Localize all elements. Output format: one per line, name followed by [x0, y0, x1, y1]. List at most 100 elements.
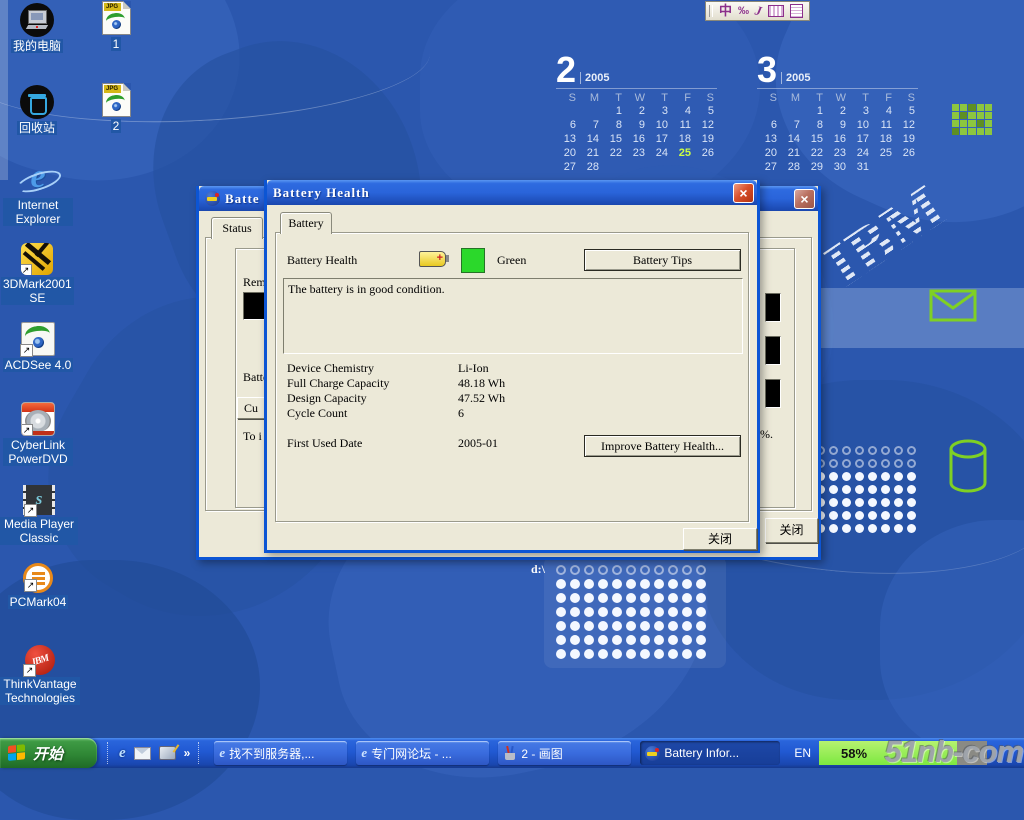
task-battery-information[interactable]: Battery Infor... [640, 741, 780, 765]
dot [626, 621, 636, 631]
battery-icon [645, 746, 660, 761]
dot [881, 446, 890, 455]
toolbar-handle[interactable] [198, 742, 202, 764]
close-icon[interactable]: × [794, 189, 815, 209]
info-label: Cycle Count [287, 406, 347, 421]
calendar-day [694, 160, 717, 174]
calendar-day [625, 160, 648, 174]
task-label: 找不到服务器,... [229, 745, 314, 762]
dot [570, 635, 580, 645]
improve-battery-health-button[interactable]: Improve Battery Health... [584, 435, 741, 457]
51nb-watermark: 51nb-com [885, 734, 1023, 770]
tab-battery[interactable]: Battery [280, 212, 332, 234]
calendar-day [872, 160, 895, 174]
dot [855, 446, 864, 455]
task-paint[interactable]: 2 - 画图 [498, 741, 631, 765]
calendar-day: 1 [602, 104, 625, 118]
desktop-icon-acdsee[interactable]: ↗ ACDSee 4.0 [1, 322, 75, 374]
calendar-day: 28 [780, 160, 803, 174]
current-button[interactable]: Cu [237, 397, 265, 419]
dot [654, 593, 664, 603]
desktop-file-jpg-2[interactable]: JPG 2 [92, 83, 140, 135]
calendar-day: 2 [625, 104, 648, 118]
dot [894, 524, 903, 533]
dot [598, 621, 608, 631]
icon-label: ThinkVantage Technologies [0, 677, 80, 705]
dot [829, 511, 838, 520]
dot [570, 607, 580, 617]
calendar-weekday: M [579, 89, 602, 105]
desktop-icon-my-computer[interactable]: 我的电脑 [5, 3, 69, 55]
grid-cell [968, 104, 975, 111]
dot [894, 498, 903, 507]
battery-health-dialog[interactable]: Battery Health × Battery Battery Health … [264, 180, 760, 553]
chevron-icon[interactable]: » [184, 746, 191, 760]
jpg-file-icon: JPG [102, 1, 131, 35]
calendar-day: 28 [579, 160, 602, 174]
dot [626, 649, 636, 659]
dot [612, 565, 622, 575]
task-ie-forum[interactable]: e 专门网论坛 - ... [356, 741, 489, 765]
info-label: Full Charge Capacity [287, 376, 389, 391]
desktop-icon-internet-explorer[interactable]: e Internet Explorer [3, 160, 73, 228]
calendar-month-number: 2 [556, 55, 576, 85]
close-icon[interactable]: × [733, 183, 754, 203]
desktop-icon-recycle-bin[interactable]: 回收站 [5, 85, 69, 137]
dot [855, 498, 864, 507]
calendar-day: 10 [849, 118, 872, 132]
language-indicator[interactable]: EN [794, 746, 811, 760]
battery-tips-button[interactable]: Battery Tips [584, 249, 741, 271]
grid-cell [968, 120, 975, 127]
dot [640, 621, 650, 631]
battery-gauge [765, 336, 781, 365]
dot [570, 593, 580, 603]
ie-quicklaunch-icon[interactable]: e [119, 745, 126, 761]
show-desktop-icon[interactable] [159, 746, 176, 760]
desktop-icon-media-player-classic[interactable]: s↗ Media Player Classic [0, 485, 78, 547]
calendar-day: 10 [648, 118, 671, 132]
calendar-day [671, 160, 694, 174]
task-buttons: e 找不到服务器,... e 专门网论坛 - ... 2 - 画图 Batter… [214, 741, 780, 765]
calendar-day: 3 [648, 104, 671, 118]
paint-icon [503, 746, 517, 760]
dot [894, 459, 903, 468]
battery-window-icon [205, 191, 220, 206]
dialog-titlebar[interactable]: Battery Health × [267, 180, 757, 205]
calendar-day: 18 [872, 132, 895, 146]
close-button[interactable]: 关闭 [683, 528, 757, 550]
chinese-ime-icon[interactable]: 中 [719, 3, 732, 19]
file-label: 2 [111, 119, 122, 133]
task-ie-server-not-found[interactable]: e 找不到服务器,... [214, 741, 347, 765]
ime-symbol-icon[interactable]: ‰ [738, 5, 749, 17]
start-button[interactable]: 开始 [0, 738, 97, 768]
dot [907, 498, 916, 507]
dot [842, 524, 851, 533]
dot [570, 621, 580, 631]
desktop-icon-powerdvd[interactable]: ↗ CyberLink PowerDVD [3, 402, 73, 468]
close-button[interactable]: 关闭 [765, 518, 818, 543]
desktop-file-jpg-1[interactable]: JPG 1 [92, 1, 140, 53]
grid-cell [977, 128, 984, 135]
drag-handle-icon[interactable] [709, 5, 713, 17]
calendar-day: 8 [803, 118, 826, 132]
dot [612, 635, 622, 645]
ime-menu-icon[interactable] [790, 4, 803, 18]
calendar-day: 31 [849, 160, 872, 174]
dot [584, 593, 594, 603]
desktop-icon-thinkvantage[interactable]: IBM↗ ThinkVantage Technologies [0, 645, 80, 707]
desktop-icon-3dmark2001[interactable]: ↗ 3DMark2001 SE [1, 243, 73, 307]
pen-tool-icon[interactable]: J [753, 2, 763, 19]
dot [598, 635, 608, 645]
soft-keyboard-icon[interactable] [768, 5, 784, 17]
language-bar[interactable]: 中 ‰ J [705, 1, 810, 21]
grid-cell [985, 128, 992, 135]
desktop-icon-pcmark04[interactable]: ↗ PCMark04 [3, 563, 73, 611]
mail-quicklaunch-icon[interactable] [134, 747, 151, 760]
dot [556, 607, 566, 617]
calendar-day: 24 [849, 146, 872, 160]
calendar-day: 25 [872, 146, 895, 160]
tab-status[interactable]: Status [211, 217, 263, 239]
calendar-weekday: T [803, 89, 826, 105]
toolbar-handle[interactable] [107, 742, 111, 764]
dot [654, 579, 664, 589]
